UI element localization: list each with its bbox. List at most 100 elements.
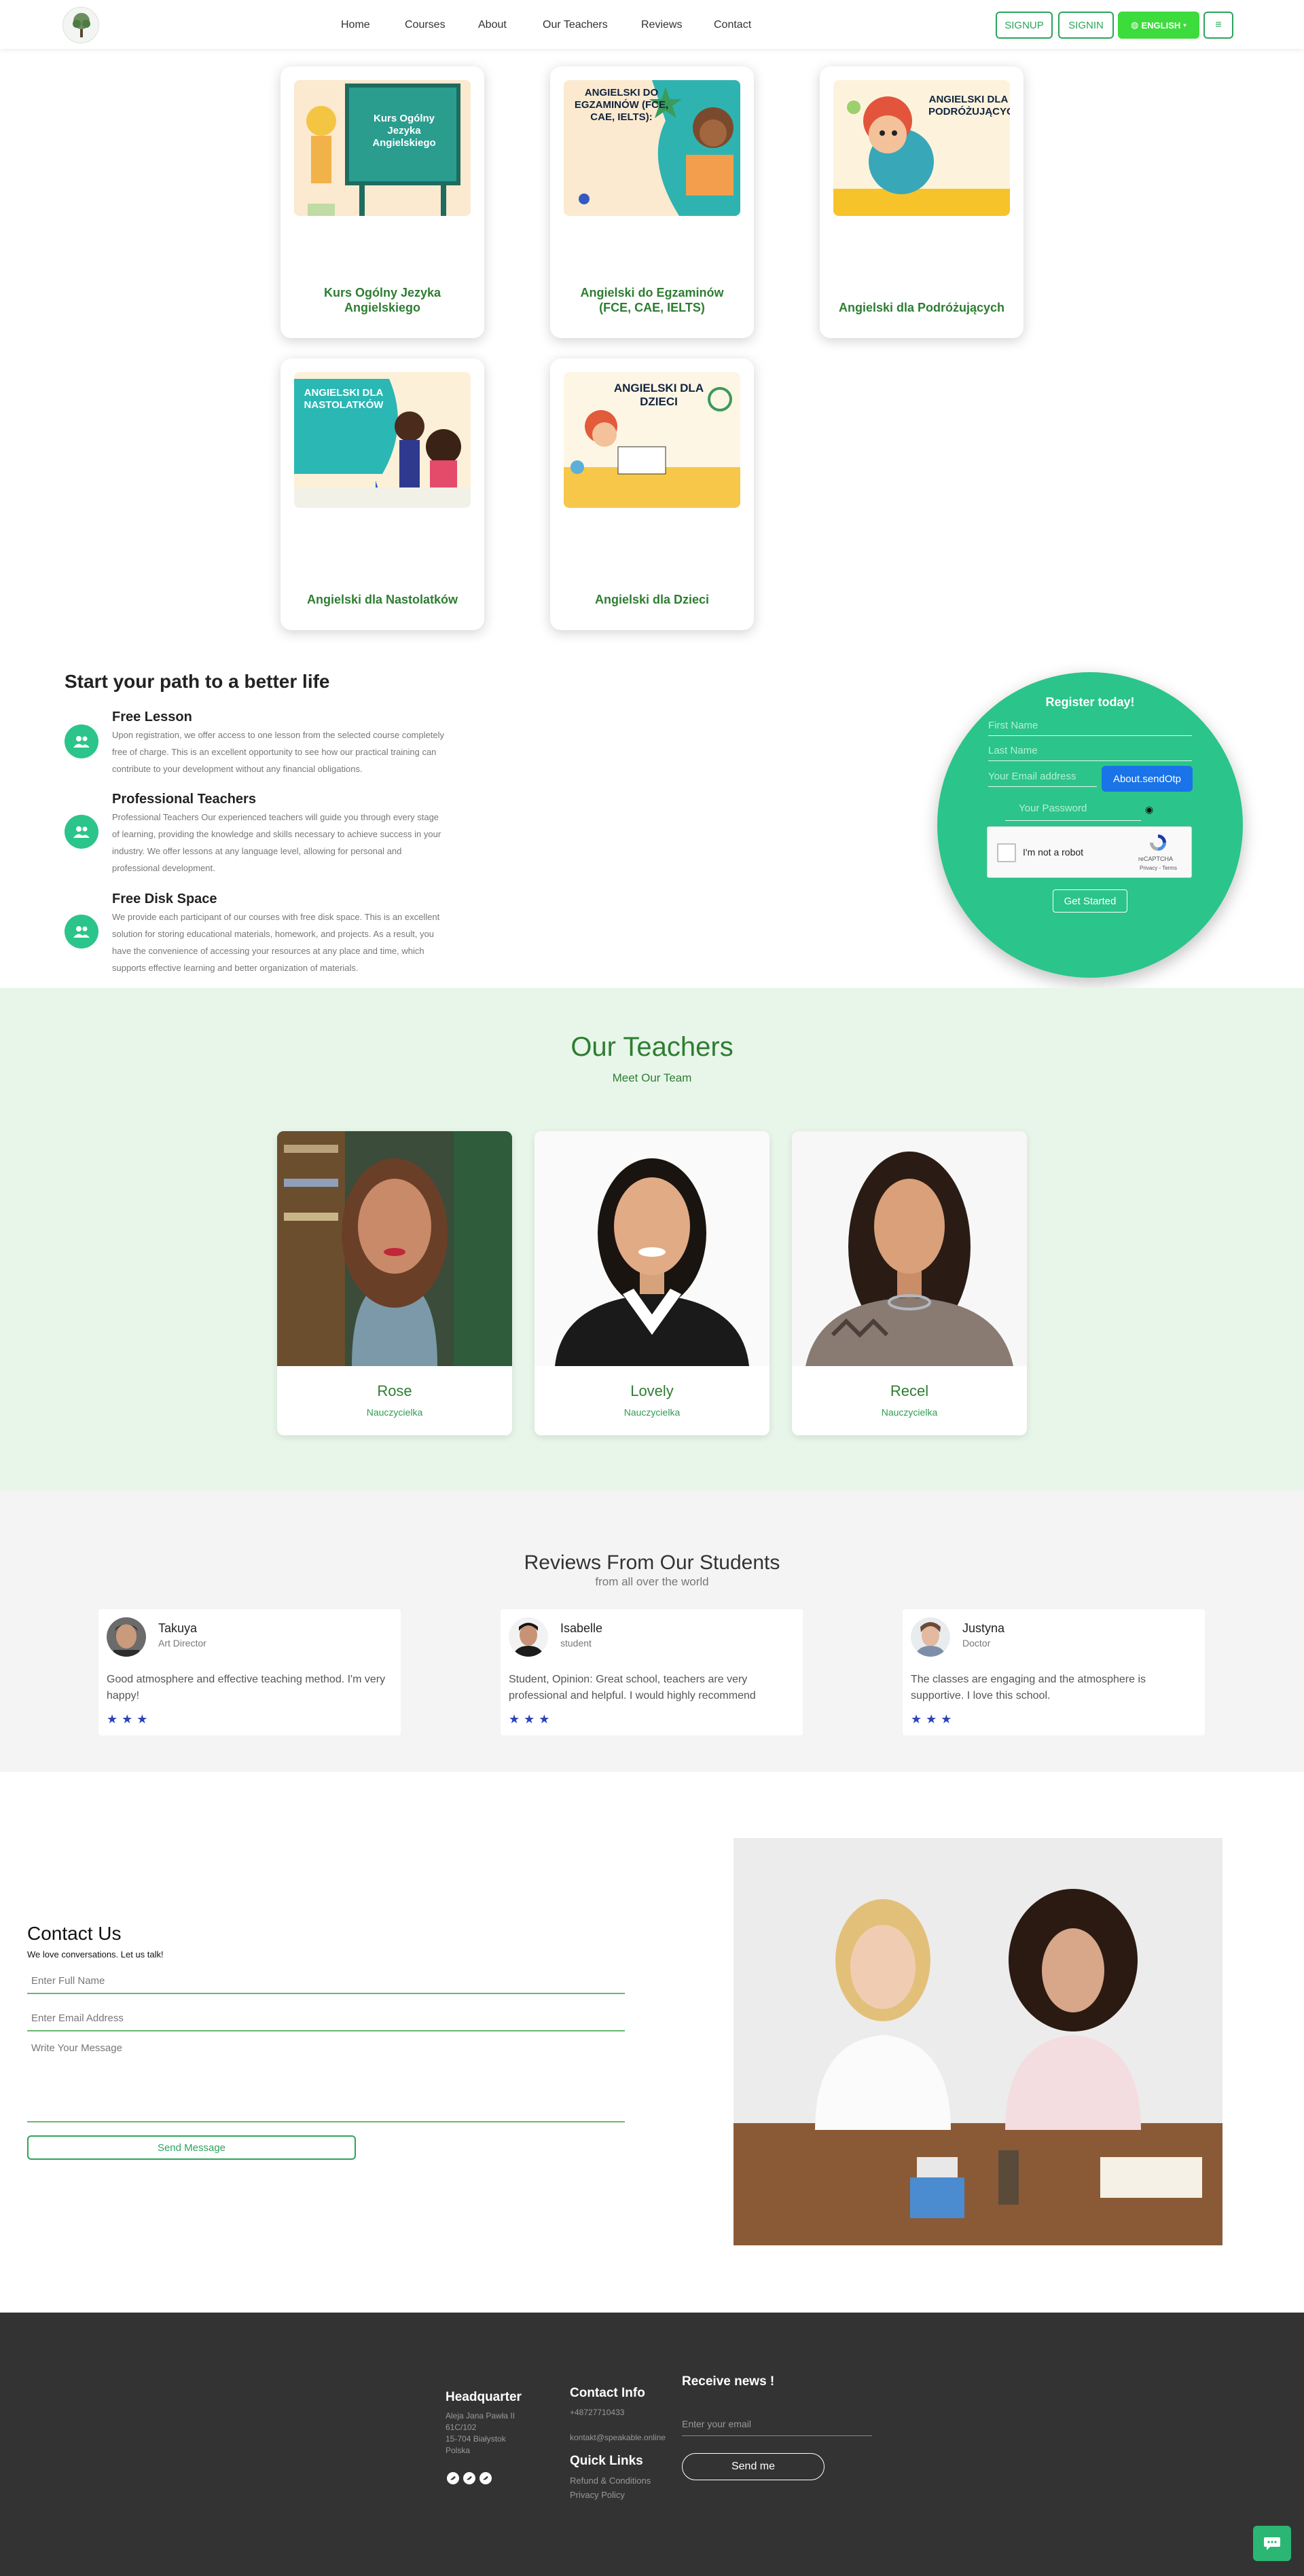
email-input[interactable]: Enter Email Address [27, 2010, 625, 2031]
teachers-subtitle: Meet Our Team [612, 1071, 692, 1084]
contact-title: Contact Us [27, 1923, 122, 1944]
nav-contact[interactable]: Contact [714, 19, 751, 31]
recaptcha-label: I'm not a robot [1023, 847, 1084, 858]
recaptcha-logo-icon [1148, 832, 1168, 853]
teacher-card[interactable]: Rose Nauczycielka [277, 1131, 512, 1435]
chat-icon[interactable] [1253, 2526, 1291, 2561]
recaptcha-checkbox[interactable] [997, 843, 1016, 862]
course-title[interactable]: Angielski do Egzaminów (FCE, CAE, IELTS) [564, 285, 740, 315]
teacher-card[interactable]: Recel Nauczycielka [792, 1131, 1027, 1435]
hq-address-line: 15-704 Białystok [446, 2434, 506, 2444]
users-icon [65, 724, 98, 758]
nav-about[interactable]: About [478, 19, 507, 31]
get-started-button[interactable]: Get Started [1053, 889, 1127, 913]
course-image-text: ANGIELSKI DLA NASTOLATKÓW [304, 387, 384, 411]
course-title[interactable]: Kurs Ogólny Jezyka Angielskiego [294, 285, 471, 315]
twitter-icon[interactable] [479, 2472, 492, 2484]
course-card[interactable]: ANGIELSKI DLA DZIECI Angielski dla Dziec… [550, 358, 754, 630]
email-field[interactable]: Your Email address [988, 768, 1097, 787]
course-title[interactable]: Angielski dla Podróżujących [833, 300, 1010, 315]
teacher-photo [535, 1131, 769, 1366]
teacher-photo [792, 1131, 1027, 1366]
footer-link-refund[interactable]: Refund & Conditions [570, 2475, 651, 2486]
twitter-icon[interactable] [463, 2472, 475, 2484]
review-card: Isabelle student Student, Opinion: Great… [501, 1609, 803, 1735]
feature-heading: Free Disk Space [112, 891, 217, 906]
teacher-role: Nauczycielka [623, 1407, 681, 1418]
send-me-button[interactable]: Send me [682, 2453, 825, 2480]
course-title[interactable]: Angielski dla Nastolatków [294, 592, 471, 607]
signup-button[interactable]: SIGNUP [996, 12, 1053, 39]
nav-home[interactable]: Home [341, 19, 370, 31]
review-text: Good atmosphere and effective teaching m… [107, 1674, 386, 1701]
footer-link-privacy[interactable]: Privacy Policy [570, 2489, 625, 2501]
newsletter-email-input[interactable]: Enter your email [682, 2414, 872, 2436]
course-image-text: ANGIELSKI DLA DZIECI [613, 382, 704, 408]
reviewer-role: student [560, 1638, 592, 1649]
nav-courses[interactable]: Courses [405, 19, 446, 31]
feature-heading: Professional Teachers [112, 792, 256, 807]
course-card[interactable]: ANGIELSKI DLA PODRÓŻUJĄCYCH Angielski dl… [820, 67, 1024, 338]
chevron-down-icon: ▾ [1183, 21, 1187, 29]
newsletter-title: Receive news ! [682, 2374, 775, 2389]
recaptcha-widget[interactable]: I'm not a robot reCAPTCHA Privacy - Term… [987, 826, 1192, 878]
teacher-photo [277, 1131, 512, 1366]
course-card[interactable]: ANGIELSKI DLA NASTOLATKÓW Angielski dla … [280, 358, 484, 630]
password-field[interactable]: Your Password [1019, 800, 1127, 819]
globe-icon: ◍ [1131, 20, 1139, 30]
language-label: ENGLISH [1141, 20, 1181, 31]
message-textarea[interactable]: Write Your Message [27, 2040, 625, 2122]
send-message-button[interactable]: Send Message [27, 2135, 356, 2160]
course-image-text: ANGIELSKI DLA PODRÓŻUJĄCYCH [928, 94, 1010, 117]
language-dropdown[interactable]: ◍ ENGLISH ▾ [1118, 12, 1199, 39]
reviewer-role: Art Director [158, 1638, 206, 1649]
register-form: Register today! First Name Last Name You… [937, 672, 1243, 978]
register-title: Register today! [1045, 695, 1135, 709]
footer-phone[interactable]: +48727710433 [570, 2407, 624, 2418]
feature-heading: Free Lesson [112, 710, 192, 724]
twitter-icon[interactable] [447, 2472, 459, 2484]
feature-text: Professional Teachers Our experienced te… [112, 812, 441, 873]
review-text: Student, Opinion: Great school, teachers… [509, 1674, 756, 1701]
avatar [911, 1617, 950, 1657]
course-title[interactable]: Angielski dla Dzieci [564, 592, 740, 607]
course-card[interactable]: Kurs Ogólny Jezyka Angielskiego Kurs Ogó… [280, 67, 484, 338]
reviewer-role: Doctor [962, 1638, 991, 1649]
reviewer-name: Takuya [158, 1621, 198, 1635]
contact-subtitle: We love conversations. Let us talk! [27, 1949, 164, 1959]
feature-text: We provide each participant of our cours… [112, 912, 440, 973]
footer [0, 2313, 1304, 2576]
review-card: Takuya Art Director Good atmosphere and … [98, 1609, 401, 1735]
recaptcha-brand: reCAPTCHA [1138, 855, 1174, 862]
send-otp-button[interactable]: About.sendOtp [1102, 766, 1193, 792]
eye-icon[interactable]: ◉ [1145, 804, 1153, 815]
last-name-field[interactable]: Last Name [988, 742, 1192, 761]
course-image-text: ANGIELSKI DO EGZAMINÓW (FCE, CAE, IELTS)… [574, 87, 669, 123]
teacher-name: Lovely [630, 1382, 674, 1399]
reviewer-name: Isabelle [560, 1621, 603, 1635]
reviewer-name: Justyna [962, 1621, 1005, 1635]
teacher-name: Rose [377, 1382, 412, 1399]
nav-our-teachers[interactable]: Our Teachers [543, 19, 608, 31]
course-image: ANGIELSKI DO EGZAMINÓW (FCE, CAE, IELTS)… [564, 80, 740, 216]
password-underline [1005, 820, 1141, 821]
course-card[interactable]: ANGIELSKI DO EGZAMINÓW (FCE, CAE, IELTS)… [550, 67, 754, 338]
recaptcha-links[interactable]: Privacy - Terms [1140, 865, 1177, 871]
teacher-card[interactable]: Lovely Nauczycielka [535, 1131, 769, 1435]
path-title: Start your path to a better life [65, 671, 330, 692]
users-icon [65, 915, 98, 949]
signin-button[interactable]: SIGNIN [1058, 12, 1114, 39]
course-image-text: Kurs Ogólny Jezyka Angielskiego [372, 113, 436, 149]
footer-email[interactable]: kontakt@speakable.online [570, 2432, 666, 2444]
nav-reviews[interactable]: Reviews [641, 19, 682, 31]
avatar [107, 1617, 146, 1657]
teacher-role: Nauczycielka [881, 1407, 938, 1418]
full-name-input[interactable]: Enter Full Name [27, 1972, 625, 1994]
hamburger-icon[interactable]: ≡ [1203, 12, 1233, 39]
hq-address-line: Aleja Jana Pawła II [446, 2411, 515, 2421]
first-name-field[interactable]: First Name [988, 717, 1192, 736]
navbar: Home Courses About Our Teachers Reviews … [0, 0, 1304, 49]
review-text: The classes are engaging and the atmosph… [911, 1674, 1146, 1701]
tree-logo-icon[interactable] [62, 7, 99, 43]
review-card: Justyna Doctor The classes are engaging … [903, 1609, 1205, 1735]
